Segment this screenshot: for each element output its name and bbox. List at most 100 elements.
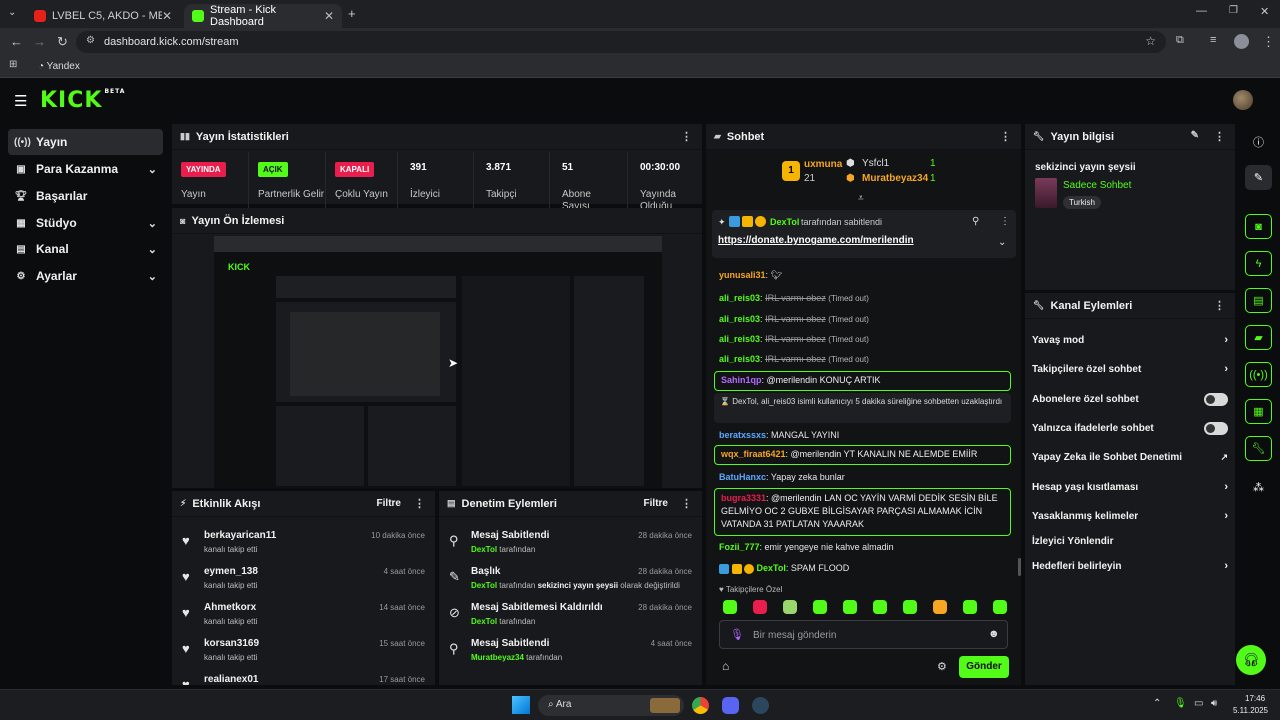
browser-menu-icon[interactable]: ⋮ bbox=[1262, 34, 1275, 50]
chevron-down-icon[interactable]: ⌄ bbox=[998, 237, 1006, 248]
bookmark-star-icon[interactable]: ☆ bbox=[1145, 34, 1156, 48]
chat-username[interactable]: ali_reis03 bbox=[719, 314, 760, 324]
moderator-name[interactable]: DexTol bbox=[471, 545, 497, 554]
reload-icon[interactable]: ↻ bbox=[57, 34, 68, 50]
leader-name[interactable]: Muratbeyaz34 bbox=[862, 173, 928, 184]
forward-icon[interactable]: → bbox=[33, 34, 46, 49]
follower-name[interactable]: realianex01 bbox=[204, 674, 259, 685]
steam-taskbar-icon[interactable] bbox=[752, 697, 769, 714]
profile-avatar[interactable] bbox=[1234, 34, 1249, 49]
follower-name[interactable]: Ahmetkorx bbox=[204, 602, 256, 613]
emote-icon[interactable] bbox=[753, 600, 767, 614]
stats-tool-button[interactable]: ▦ bbox=[1245, 399, 1272, 424]
action-ai-moderation[interactable]: Yapay Zeka ile Sohbet Denetimi ↗ bbox=[1032, 448, 1228, 466]
kebab-menu-icon[interactable]: ⋮ bbox=[681, 497, 692, 510]
bookmark-yandex[interactable]: ◔ Yandex bbox=[38, 61, 80, 72]
tray-volume-icon[interactable]: 🔊︎ bbox=[1211, 698, 1217, 709]
moderator-name[interactable]: DexTol bbox=[471, 581, 497, 590]
edit-tool-button[interactable]: ✎ bbox=[1245, 165, 1272, 190]
pinned-by-user[interactable]: DexTol bbox=[770, 217, 799, 227]
minimize-icon[interactable]: — bbox=[1196, 5, 1207, 17]
maximize-icon[interactable]: ❐ bbox=[1229, 5, 1238, 16]
chat-username[interactable]: Sahin1qp bbox=[721, 375, 762, 385]
chat-settings-icon[interactable]: ⚙ bbox=[937, 660, 947, 673]
edit-icon[interactable]: ✎ bbox=[1191, 130, 1199, 141]
action-followers-only[interactable]: Takipçilere özel sohbet › bbox=[1032, 360, 1228, 378]
shapes-icon[interactable]: ⁂ bbox=[1253, 481, 1264, 494]
close-tab-icon[interactable]: ✕ bbox=[162, 9, 172, 23]
chat-username[interactable]: DexTol bbox=[757, 563, 786, 573]
kick-logo[interactable]: KICK BETA bbox=[40, 88, 125, 113]
action-slow-mode[interactable]: Yavaş mod › bbox=[1032, 331, 1228, 349]
microphone-icon[interactable]: 🎙︎ bbox=[730, 628, 744, 641]
discord-taskbar-icon[interactable] bbox=[722, 697, 739, 714]
broadcast-tool-button[interactable]: ((•)) bbox=[1245, 362, 1272, 387]
filter-button[interactable]: Filtre bbox=[644, 498, 668, 509]
user-avatar[interactable] bbox=[1233, 90, 1253, 110]
follower-name[interactable]: berkayarican11 bbox=[204, 530, 276, 541]
clock-date[interactable]: 5.11.2025 bbox=[1233, 706, 1268, 715]
chat-username[interactable]: beratxssxs bbox=[719, 430, 766, 440]
category-link[interactable]: Sadece Sohbet bbox=[1063, 180, 1131, 191]
emote-icon[interactable] bbox=[993, 600, 1007, 614]
unpin-icon[interactable]: ⚲ bbox=[972, 216, 979, 227]
close-tab-icon[interactable]: ✕ bbox=[324, 9, 334, 23]
sidebar-item-studyo[interactable]: ▦ Stüdyo ⌄ bbox=[8, 210, 163, 236]
action-host[interactable]: İzleyici Yönlendir bbox=[1032, 532, 1228, 550]
browser-tab-1[interactable]: LVBEL C5, AKDO - MERMER - Y ✕ bbox=[26, 4, 180, 28]
apps-grid-icon[interactable]: ⊞ bbox=[9, 59, 17, 70]
clock-time[interactable]: 17:46 bbox=[1245, 694, 1265, 703]
tray-chevron-icon[interactable]: ⌃ bbox=[1153, 698, 1161, 709]
category-thumbnail[interactable] bbox=[1035, 178, 1057, 208]
emote-icon[interactable] bbox=[783, 600, 797, 614]
emote-icon[interactable] bbox=[903, 600, 917, 614]
chat-username[interactable]: BatuHanxc bbox=[719, 472, 766, 482]
reading-list-icon[interactable]: ≡ bbox=[1210, 34, 1216, 46]
emote-icon[interactable] bbox=[873, 600, 887, 614]
info-icon[interactable]: ⓘ bbox=[1253, 134, 1264, 150]
emoji-icon[interactable]: ☻ bbox=[988, 628, 1000, 640]
emote-icon[interactable] bbox=[963, 600, 977, 614]
leader-name[interactable]: Ysfcl1 bbox=[862, 158, 889, 169]
chat-scrollbar[interactable] bbox=[1018, 558, 1021, 576]
sidebar-item-kanal[interactable]: ▤ Kanal ⌄ bbox=[8, 236, 163, 262]
emote-icon[interactable] bbox=[723, 600, 737, 614]
leader-name[interactable]: uxmuna bbox=[804, 159, 842, 170]
tab-search-icon[interactable]: ⌄ bbox=[8, 7, 16, 18]
follower-name[interactable]: eymen_138 bbox=[204, 566, 258, 577]
kebab-menu-icon[interactable]: ⋮ bbox=[681, 130, 692, 143]
actions-tool-button[interactable]: 🔧︎ bbox=[1245, 436, 1272, 461]
kebab-menu-icon[interactable]: ⋮ bbox=[414, 497, 425, 510]
extensions-icon[interactable]: ⧉ bbox=[1176, 34, 1184, 47]
action-goals[interactable]: Hedefleri belirleyin › bbox=[1032, 557, 1228, 575]
emote-icon[interactable] bbox=[933, 600, 947, 614]
pinned-link[interactable]: https://donate.bynogame.com/merilendin bbox=[718, 235, 914, 246]
store-icon[interactable]: ⌂ bbox=[722, 659, 729, 673]
kebab-menu-icon[interactable]: ⋮ bbox=[1000, 130, 1011, 143]
preview-tool-button[interactable]: ◙ bbox=[1245, 214, 1272, 239]
moderator-name[interactable]: Muratbeyaz34 bbox=[471, 653, 524, 662]
chat-username[interactable]: Fozii_777 bbox=[719, 542, 760, 552]
emote-icon[interactable] bbox=[813, 600, 827, 614]
chat-tool-button[interactable]: ▰ bbox=[1245, 325, 1272, 350]
support-button[interactable]: 🎧︎ bbox=[1236, 645, 1266, 675]
emotes-only-toggle[interactable] bbox=[1204, 421, 1228, 435]
sidebar-item-basarilar[interactable]: 🏆︎ Başarılar bbox=[8, 183, 163, 209]
subscribers-only-toggle[interactable] bbox=[1204, 392, 1228, 406]
kebab-menu-icon[interactable]: ⋮ bbox=[1000, 216, 1010, 227]
expand-leaderboard-icon[interactable]: ⩡ bbox=[858, 193, 864, 204]
moderator-name[interactable]: DexTol bbox=[471, 617, 497, 626]
windows-start-icon[interactable] bbox=[512, 696, 530, 714]
tray-network-icon[interactable]: ▭ bbox=[1194, 698, 1203, 709]
sidebar-item-yayin[interactable]: ((•)) Yayın bbox=[8, 129, 163, 155]
filter-button[interactable]: Filtre bbox=[377, 498, 401, 509]
sidebar-item-para-kazanma[interactable]: ▣ Para Kazanma ⌄ bbox=[8, 156, 163, 182]
moderation-tool-button[interactable]: ▤ bbox=[1245, 288, 1272, 313]
site-info-icon[interactable]: ⚙ bbox=[86, 35, 95, 46]
browser-tab-2[interactable]: Stream - Kick Dashboard ✕ bbox=[184, 4, 342, 28]
kebab-menu-icon[interactable]: ⋮ bbox=[1214, 299, 1225, 312]
kebab-menu-icon[interactable]: ⋮ bbox=[1214, 130, 1225, 143]
activity-tool-button[interactable]: ϟ bbox=[1245, 251, 1272, 276]
taskbar-search[interactable]: ⌕ Ara bbox=[538, 695, 684, 716]
sidebar-item-ayarlar[interactable]: ⚙ Ayarlar ⌄ bbox=[8, 263, 163, 289]
